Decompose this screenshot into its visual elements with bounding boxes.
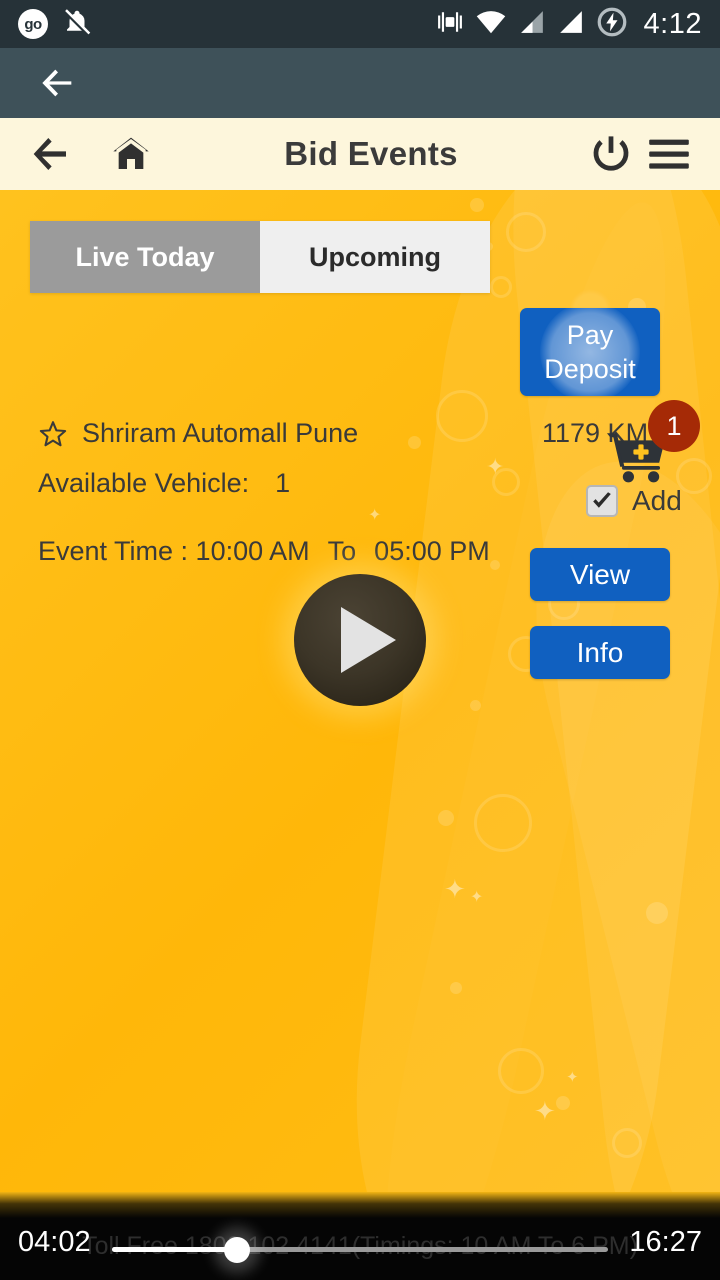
- checkmark-icon: [593, 492, 611, 508]
- available-vehicle-label: Available Vehicle:: [38, 468, 250, 498]
- media-seek-bar[interactable]: [112, 1236, 608, 1264]
- pay-deposit-label: Pay Deposit: [544, 318, 636, 386]
- tab-bar: Live Today Upcoming: [30, 221, 490, 293]
- status-bar: go 4:12: [0, 0, 720, 48]
- add-to-cart-row[interactable]: Add: [586, 485, 682, 517]
- header-menu-button[interactable]: [640, 125, 698, 183]
- seek-progress: [112, 1247, 240, 1252]
- event-time-row: Event Time : 10:00 AM To 05:00 PM: [38, 536, 490, 567]
- app-header: Bid Events: [0, 118, 720, 190]
- cart-badge: 1: [648, 400, 700, 452]
- arrow-back-icon: [42, 69, 72, 97]
- event-time-separator: To: [327, 536, 357, 566]
- system-back-button[interactable]: [30, 61, 86, 105]
- available-vehicle-count: 1: [275, 468, 291, 498]
- status-bar-left-icons: go: [18, 7, 92, 42]
- add-checkbox[interactable]: [586, 485, 618, 517]
- signal-sim2-icon: [558, 9, 584, 40]
- seek-thumb[interactable]: [224, 1237, 250, 1263]
- media-player-bar: Toll Free 1800 102 4141(Timings: 10 AM T…: [0, 1192, 720, 1280]
- header-home-button[interactable]: [102, 125, 160, 183]
- event-time-end: 05:00 PM: [374, 536, 490, 566]
- app-screen: go 4:12 Bid Events ✦ ✦ ✦ ✦ ✦ ✦ Live Toda…: [0, 0, 720, 1280]
- pay-deposit-line-1: Pay: [566, 320, 614, 350]
- info-button[interactable]: Info: [530, 626, 670, 679]
- event-name-row: Shriram Automall Pune: [38, 418, 358, 449]
- go-badge-icon: go: [18, 9, 48, 39]
- power-icon: [593, 136, 629, 171]
- hamburger-menu-icon: [649, 139, 689, 169]
- add-label: Add: [632, 485, 682, 516]
- wifi-icon: [476, 9, 506, 40]
- header-back-button[interactable]: [22, 125, 80, 183]
- status-bar-right-icons: 4:12: [437, 7, 702, 42]
- media-elapsed-time: 04:02: [18, 1226, 91, 1258]
- status-bar-clock: 4:12: [643, 7, 702, 40]
- home-icon: [113, 137, 149, 169]
- play-button[interactable]: [294, 574, 426, 706]
- battery-charging-icon: [597, 7, 627, 42]
- signal-sim1-icon: [519, 9, 545, 40]
- view-button[interactable]: View: [530, 548, 670, 601]
- cart-button[interactable]: 1: [604, 400, 700, 488]
- system-nav-strip: [0, 48, 720, 118]
- notifications-muted-icon: [62, 7, 92, 42]
- header-power-button[interactable]: [582, 125, 640, 183]
- player-top-gradient: [0, 1192, 720, 1218]
- tab-live-today[interactable]: Live Today: [30, 221, 260, 293]
- pay-deposit-line-2: Deposit: [544, 354, 636, 384]
- star-outline-icon[interactable]: [38, 419, 68, 449]
- media-total-time: 16:27: [629, 1226, 702, 1258]
- content-area: ✦ ✦ ✦ ✦ ✦ ✦ Live Today Upcoming 1 Pay De…: [0, 190, 720, 1192]
- tab-upcoming[interactable]: Upcoming: [260, 221, 490, 293]
- pay-deposit-button[interactable]: Pay Deposit: [520, 308, 660, 396]
- event-time-start: Event Time : 10:00 AM: [38, 536, 310, 566]
- arrow-back-icon: [33, 138, 66, 170]
- available-vehicle-row: Available Vehicle: 1: [38, 468, 290, 499]
- play-icon: [340, 607, 396, 673]
- vibrate-icon: [437, 9, 463, 40]
- page-title: Bid Events: [284, 135, 458, 172]
- event-name: Shriram Automall Pune: [82, 418, 359, 448]
